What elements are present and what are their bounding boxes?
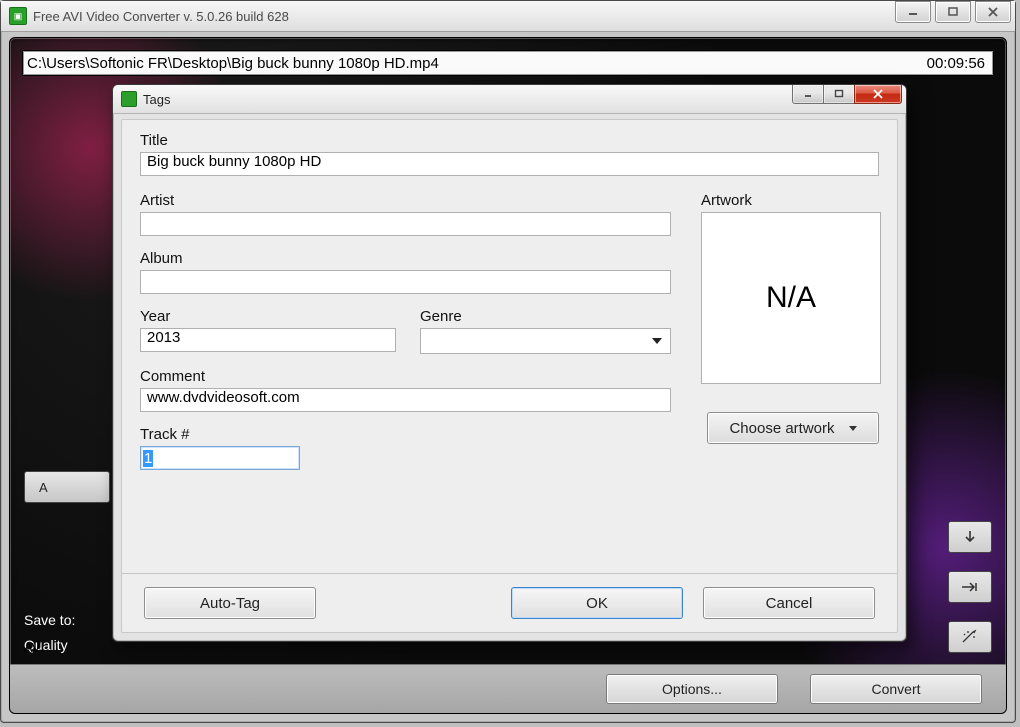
chevron-down-icon [652, 338, 662, 344]
dialog-body: Title Big buck bunny 1080p HD Artist Alb… [121, 119, 898, 633]
browse-folder-button[interactable] [948, 571, 992, 603]
dialog-close-button[interactable] [854, 85, 902, 104]
options-button[interactable]: Options... [606, 674, 778, 704]
tags-dialog: Tags Title Big buck bunny 1080p HD [112, 84, 907, 642]
artist-input[interactable] [140, 212, 671, 236]
dialog-title: Tags [143, 92, 170, 107]
auto-tag-button[interactable]: Auto-Tag [144, 587, 316, 619]
album-label: Album [140, 250, 671, 267]
comment-label: Comment [140, 368, 671, 385]
chevron-down-icon [849, 426, 857, 431]
file-path-text: C:\Users\Softonic FR\Desktop\Big buck bu… [27, 55, 439, 72]
dialog-titlebar: Tags [113, 85, 906, 114]
artist-label: Artist [140, 192, 671, 209]
move-down-button[interactable] [948, 521, 992, 553]
genre-select[interactable] [420, 328, 671, 354]
save-to-label: Save to: [24, 612, 75, 628]
album-input[interactable] [140, 270, 671, 294]
year-input[interactable]: 2013 [140, 328, 396, 352]
dialog-footer: Auto-Tag OK Cancel [122, 573, 897, 632]
convert-button[interactable]: Convert [810, 674, 982, 704]
close-button[interactable] [975, 1, 1011, 23]
artwork-label: Artwork [701, 192, 879, 209]
choose-artwork-button[interactable]: Choose artwork [707, 412, 879, 444]
wand-button[interactable] [948, 621, 992, 653]
ok-button[interactable]: OK [511, 587, 683, 619]
title-input[interactable]: Big buck bunny 1080p HD [140, 152, 879, 176]
artwork-preview: N/A [701, 212, 881, 384]
comment-input[interactable]: www.dvdvideosoft.com [140, 388, 671, 412]
footer-bar: Options... Convert [10, 664, 1006, 713]
minimize-button[interactable] [895, 1, 931, 23]
cancel-button[interactable]: Cancel [703, 587, 875, 619]
file-path-bar[interactable]: C:\Users\Softonic FR\Desktop\Big buck bu… [22, 50, 994, 76]
track-label: Track # [140, 426, 300, 443]
track-input[interactable]: 1 [140, 446, 300, 470]
year-label: Year [140, 308, 396, 325]
genre-label: Genre [420, 308, 671, 325]
main-window-title: Free AVI Video Converter v. 5.0.26 build… [33, 9, 289, 24]
quality-combobox[interactable]: AVI [24, 640, 44, 655]
app-icon: ▣ [9, 7, 27, 25]
add-files-button[interactable]: A [24, 471, 110, 503]
title-label: Title [140, 132, 879, 149]
maximize-button[interactable] [935, 1, 971, 23]
dialog-maximize-button[interactable] [823, 85, 855, 104]
dialog-minimize-button[interactable] [792, 85, 824, 104]
main-titlebar: ▣ Free AVI Video Converter v. 5.0.26 bui… [1, 1, 1015, 32]
dialog-app-icon [121, 91, 137, 107]
file-duration: 00:09:56 [927, 55, 985, 72]
